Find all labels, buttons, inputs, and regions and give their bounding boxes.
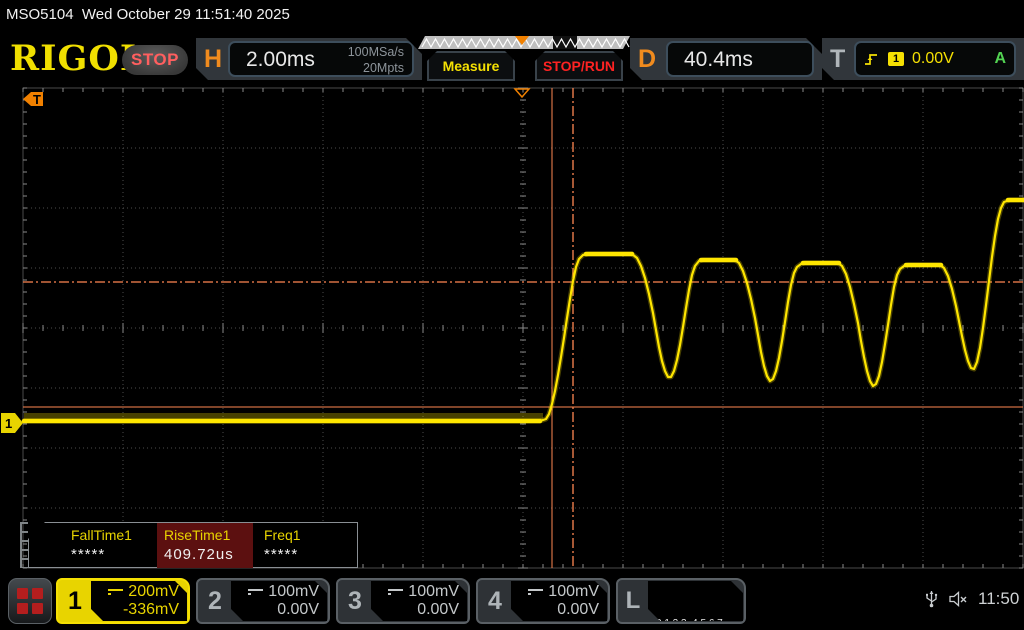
grid-icon — [17, 588, 43, 614]
measurement-item-risetime[interactable]: RiseTime1 409.72us — [157, 523, 253, 569]
channel-4-box[interactable]: 4 100mV 0.00V — [476, 578, 610, 624]
panel-drag-handle[interactable] — [20, 522, 28, 568]
channel-number: 4 — [478, 580, 512, 622]
channel-number: 1 — [58, 580, 92, 622]
trigger-box: 1 0.00V A — [854, 41, 1016, 77]
speaker-muted-icon[interactable] — [948, 590, 968, 608]
delay-label: D — [638, 45, 656, 74]
measurement-panel-body: FallTime1 ***** RiseTime1 409.72us Freq1… — [28, 522, 358, 568]
channel-scale: 100mV — [268, 583, 319, 601]
trigger-level-value: 0.00V — [912, 50, 954, 68]
memory-position-strip[interactable] — [418, 36, 630, 50]
measurement-value: ***** — [71, 546, 132, 563]
menu-grid-button[interactable] — [8, 578, 52, 624]
measurement-item-freq[interactable]: Freq1 ***** — [257, 523, 308, 569]
channel-values: 100mV 0.00V — [371, 581, 467, 621]
model-and-datetime: MSO5104 Wed October 29 11:51:40 2025 — [6, 6, 290, 23]
header-bar: RIGOL STOP H 2.00ms 100MSa/s 20Mpts Meas… — [0, 30, 1024, 84]
oscilloscope-screen: MSO5104 Wed October 29 11:51:40 2025 RIG… — [0, 0, 1024, 630]
measure-button-label: Measure — [443, 58, 500, 74]
channel-offset: 0.00V — [375, 601, 459, 619]
timebase-value: 2.00ms — [246, 48, 315, 72]
trigger-label: T — [830, 45, 845, 74]
dc-coupling-icon — [248, 589, 263, 595]
channel-offset: -336mV — [95, 601, 179, 619]
status-icons: 11:50 — [925, 589, 1019, 609]
measure-button[interactable]: Measure — [427, 51, 515, 81]
logic-row-1: 0 1 2 3 4 5 6 7 — [656, 617, 743, 630]
logic-channels-box[interactable]: L 0 1 2 3 4 5 6 7 8 9 1011 12131415 — [616, 578, 746, 624]
dc-coupling-icon — [388, 589, 403, 595]
clock: 11:50 — [978, 589, 1019, 609]
stop-run-button-label: STOP/RUN — [543, 58, 615, 74]
measurement-label: FallTime1 — [71, 527, 132, 543]
trigger-position-marker — [515, 89, 529, 97]
stop-run-button[interactable]: STOP/RUN — [535, 51, 623, 81]
dc-coupling-icon — [528, 589, 543, 595]
horizontal-settings-box[interactable]: H 2.00ms 100MSa/s 20Mpts — [196, 38, 422, 80]
sample-rate: 100MSa/s — [348, 45, 404, 61]
channel-values: 200mV -336mV — [91, 581, 187, 621]
channel-scale: 100mV — [548, 583, 599, 601]
timebase-box: 2.00ms 100MSa/s 20Mpts — [228, 41, 414, 77]
rising-edge-icon — [864, 51, 880, 67]
delay-settings-box[interactable]: D 40.4ms — [630, 38, 822, 80]
trigger-sweep-mode: A — [994, 50, 1006, 68]
svg-text:1: 1 — [5, 416, 12, 431]
channel-offset: 0.00V — [515, 601, 599, 619]
delay-box: 40.4ms — [666, 41, 814, 77]
memory-depth: 20Mpts — [348, 61, 404, 77]
measurement-panel[interactable]: FallTime1 ***** RiseTime1 409.72us Freq1… — [20, 522, 358, 568]
measurement-value: 409.72us — [164, 546, 246, 563]
channel-values: 100mV 0.00V — [511, 581, 607, 621]
horizontal-label: H — [204, 45, 222, 74]
channel-scale: 200mV — [128, 583, 179, 601]
logic-channel-list: 0 1 2 3 4 5 6 7 8 9 1011 12131415 — [648, 581, 743, 621]
trigger-source-badge: 1 — [888, 52, 904, 66]
measurement-value: ***** — [264, 546, 301, 563]
measurement-label: RiseTime1 — [164, 527, 246, 543]
dc-coupling-icon — [108, 589, 123, 595]
usb-icon — [925, 589, 938, 609]
channel-2-box[interactable]: 2 100mV 0.00V — [196, 578, 330, 624]
channel-offset: 0.00V — [235, 601, 319, 619]
delay-value: 40.4ms — [684, 48, 753, 72]
trigger-settings-box[interactable]: T 1 0.00V A — [822, 38, 1024, 80]
run-state-label: STOP — [131, 50, 179, 70]
channel-number: 3 — [338, 580, 372, 622]
channel-number: 2 — [198, 580, 232, 622]
measurement-label: Freq1 — [264, 527, 301, 543]
channel-1-box[interactable]: 1 200mV -336mV — [56, 578, 190, 624]
acquisition-info: 100MSa/s 20Mpts — [348, 45, 404, 76]
run-state-badge[interactable]: STOP — [122, 45, 188, 75]
channel-values: 100mV 0.00V — [231, 581, 327, 621]
waveform-display[interactable]: T1 — [0, 84, 1024, 576]
logic-label: L — [618, 580, 648, 622]
channel-3-box[interactable]: 3 100mV 0.00V — [336, 578, 470, 624]
title-bar: MSO5104 Wed October 29 11:51:40 2025 — [0, 0, 1024, 30]
channel-status-bar: 1 200mV -336mV 2 100mV 0.00V 3 — [0, 575, 1024, 630]
measurement-item-falltime[interactable]: FallTime1 ***** — [64, 523, 139, 569]
svg-text:T: T — [33, 92, 41, 107]
channel-scale: 100mV — [408, 583, 459, 601]
